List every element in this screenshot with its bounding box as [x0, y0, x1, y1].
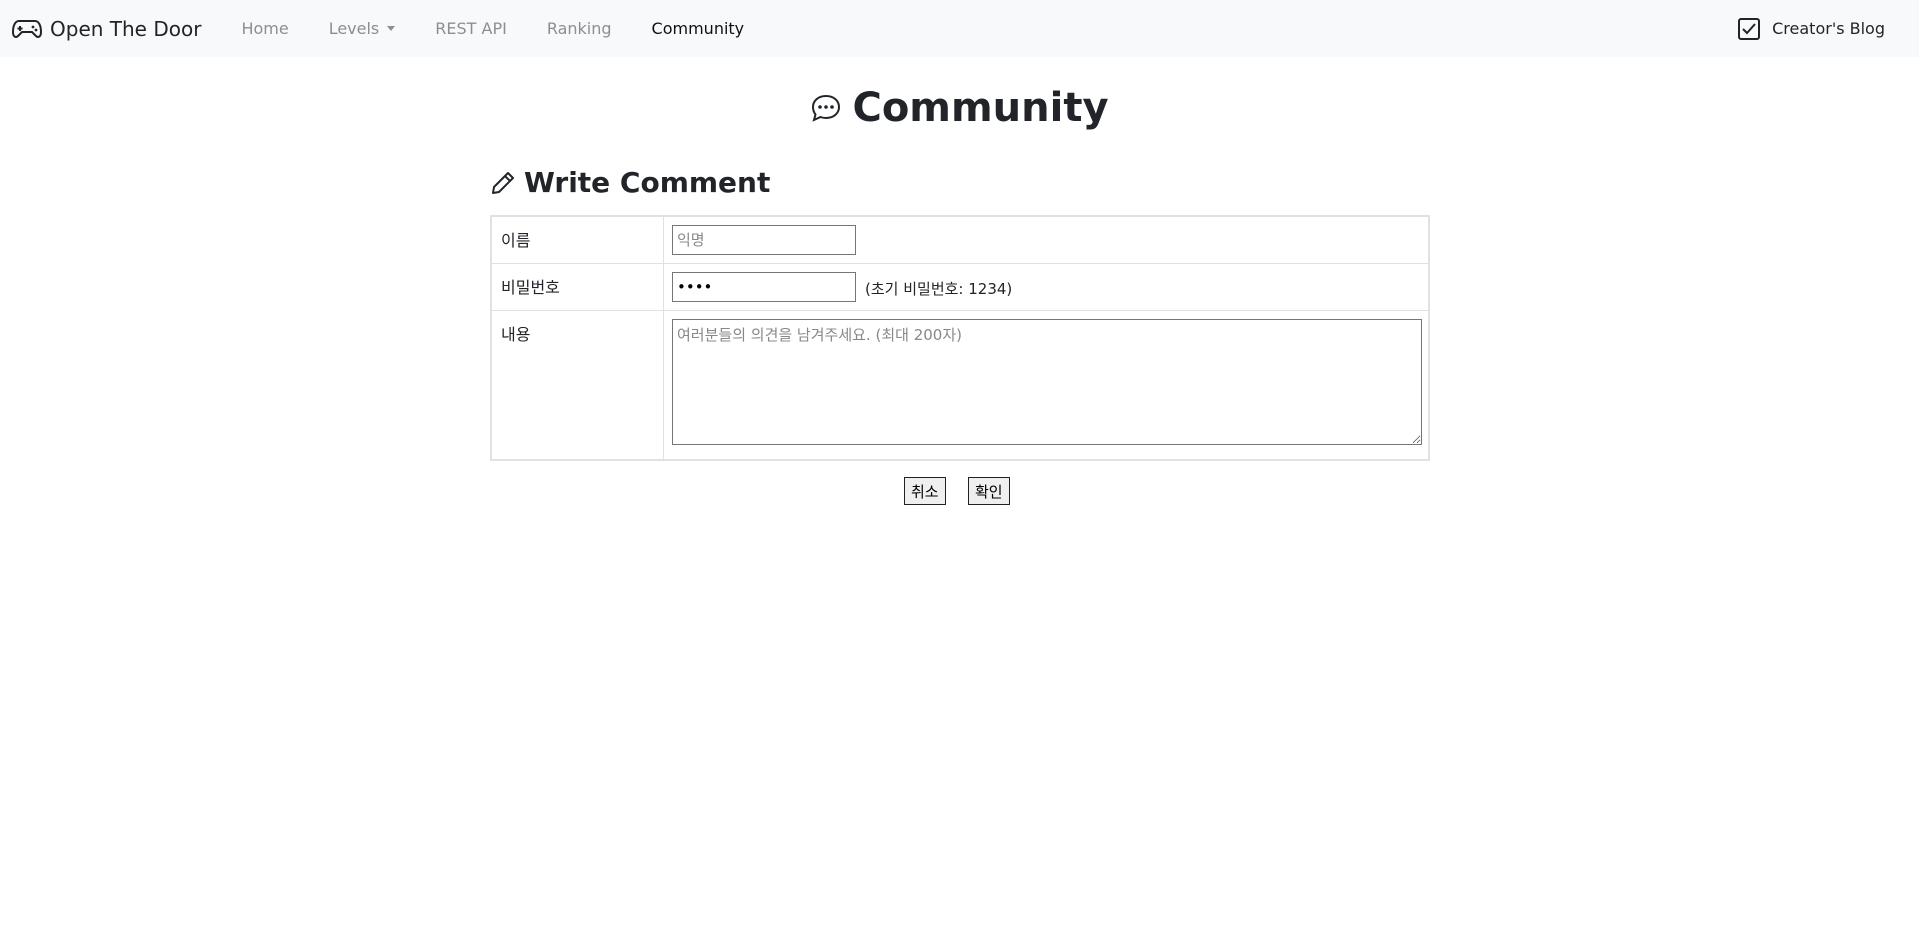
password-label: 비밀번호 — [492, 264, 664, 310]
nav-levels-dropdown[interactable]: Levels — [329, 19, 396, 38]
nav-home[interactable]: Home — [241, 19, 288, 38]
nav-levels-label: Levels — [328, 19, 380, 38]
brand-link[interactable]: Open The Door — [12, 17, 201, 41]
cancel-button[interactable]: 취소 — [904, 477, 946, 505]
nav-community[interactable]: Community — [652, 19, 745, 38]
section-title-text: Write Comment — [524, 166, 771, 199]
section-title: Write Comment — [490, 166, 770, 199]
confirm-button[interactable]: 확인 — [968, 477, 1010, 505]
brand-name: Open The Door — [50, 16, 202, 41]
password-hint: (초기 비밀번호: 1234) — [865, 280, 1013, 298]
check-square-icon — [1738, 17, 1761, 40]
pencil-icon — [492, 171, 514, 194]
password-row: 비밀번호 (초기 비밀번호: 1234) — [492, 264, 1428, 311]
name-row: 이름 — [492, 217, 1428, 264]
page-title-text: Community — [852, 85, 1109, 131]
content-textarea[interactable] — [672, 319, 1422, 445]
content-row: 내용 — [492, 311, 1428, 459]
gamepad-icon — [12, 19, 42, 38]
comment-form: 이름 비밀번호 (초기 비밀번호: 1234) 내용 — [490, 215, 1430, 461]
name-label: 이름 — [492, 217, 664, 263]
content-label: 내용 — [492, 311, 664, 459]
nav-ranking[interactable]: Ranking — [547, 19, 612, 38]
chevron-down-icon — [387, 26, 396, 31]
page-title: Community — [0, 85, 1919, 131]
password-input[interactable] — [672, 272, 856, 302]
creators-blog-label: Creator's Blog — [1772, 19, 1885, 38]
navbar: Open The Door Home Levels REST API Ranki… — [0, 0, 1919, 57]
nav-rest-api[interactable]: REST API — [435, 19, 507, 38]
chat-dots-icon — [812, 94, 841, 122]
creators-blog-link[interactable]: Creator's Blog — [1738, 0, 1885, 57]
name-input[interactable] — [672, 225, 856, 255]
